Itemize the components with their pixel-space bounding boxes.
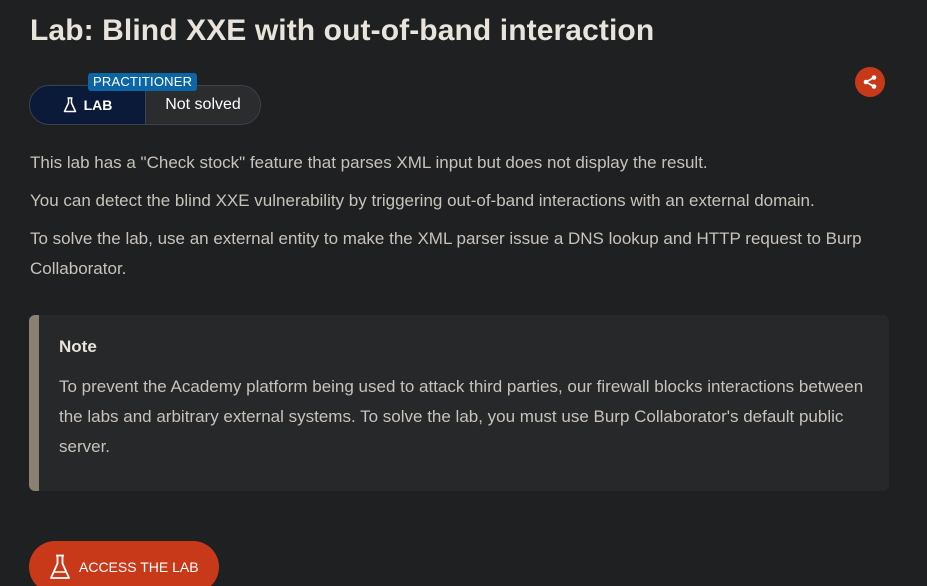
lab-status-badge: LAB Not solved <box>29 85 261 125</box>
note-accent-bar <box>29 315 39 491</box>
lab-badge: LAB <box>30 86 145 124</box>
note-text: To prevent the Academy platform being us… <box>59 377 864 456</box>
status-badge: Not solved <box>145 86 260 124</box>
note-title: Note <box>59 337 97 356</box>
description-paragraph: You can detect the blind XXE vulnerabili… <box>30 191 815 210</box>
access-lab-button[interactable]: ACCESS THE LAB <box>29 541 219 586</box>
lab-badge-group: PRACTITIONER LAB Not solved <box>29 73 263 126</box>
level-tag: PRACTITIONER <box>88 73 198 91</box>
note-box: Note To prevent the Academy platform bei… <box>29 315 889 491</box>
description-paragraph: To solve the lab, use an external entity… <box>30 229 862 278</box>
flask-icon <box>50 554 70 579</box>
lab-badge-label: LAB <box>83 97 113 113</box>
access-lab-label: ACCESS THE LAB <box>79 559 199 575</box>
description-paragraph: This lab has a "Check stock" feature tha… <box>30 153 708 172</box>
share-button[interactable] <box>855 67 885 97</box>
lab-page: Lab: Blind XXE with out-of-band interact… <box>0 0 927 586</box>
flask-icon <box>63 97 76 113</box>
page-title: Lab: Blind XXE with out-of-band interact… <box>30 14 655 47</box>
share-icon <box>863 75 877 89</box>
